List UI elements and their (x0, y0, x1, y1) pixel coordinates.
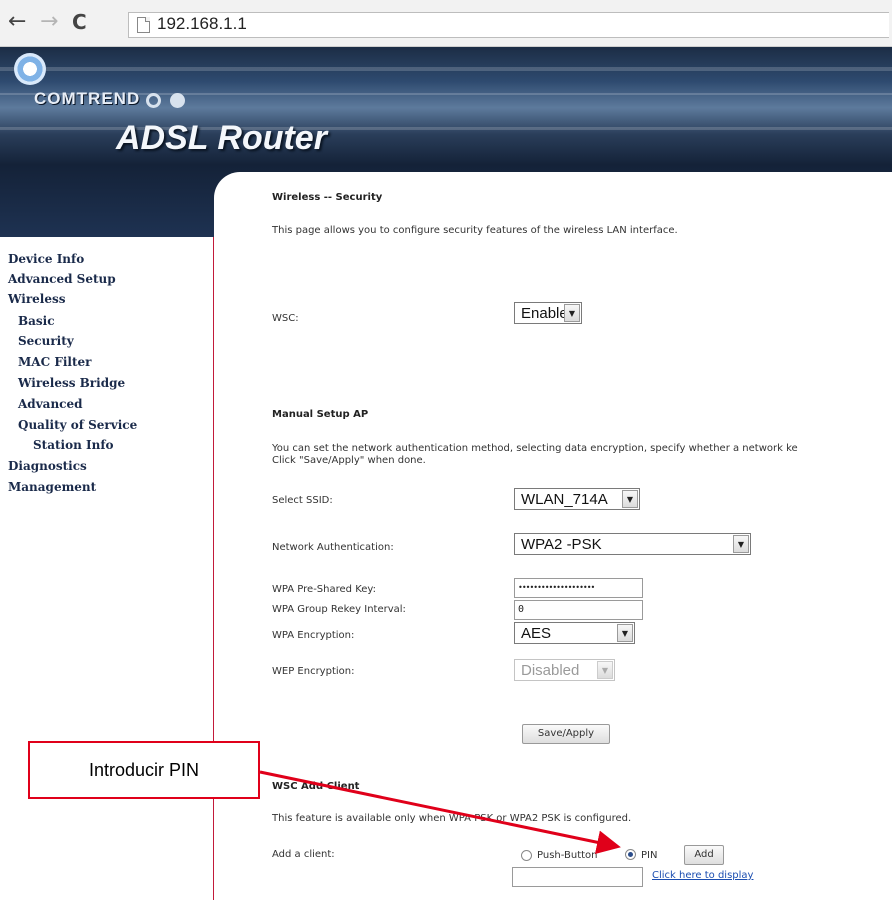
forward-arrow-icon[interactable]: → (40, 10, 58, 34)
sidebar-item-security[interactable]: Security (18, 334, 74, 348)
save-apply-button[interactable]: Save/Apply (522, 724, 610, 744)
pin-label: PIN (641, 850, 658, 861)
dropdown-arrow-icon: ▼ (597, 661, 613, 679)
page-title: Wireless -- Security (272, 192, 383, 203)
annotation-callout: Introducir PIN (28, 741, 260, 799)
wsc-select[interactable]: Enable ▼ (514, 302, 582, 324)
sidebar-item-basic[interactable]: Basic (18, 314, 55, 328)
wsc-add-client-heading: WSC Add Client (272, 781, 360, 792)
sidebar-item-mac-filter[interactable]: MAC Filter (18, 355, 91, 369)
select-ssid-label: Select SSID: (272, 495, 333, 506)
dropdown-arrow-icon: ▼ (564, 304, 580, 322)
callout-text: Introducir PIN (88, 760, 200, 780)
pin-radio[interactable] (625, 849, 636, 860)
psk-input[interactable]: •••••••••••••••••••• (514, 578, 643, 598)
wsc-add-client-description: This feature is available only when WPA … (272, 813, 632, 824)
psk-label: WPA Pre-Shared Key: (272, 584, 376, 595)
brand-logo-text: COMTREND (34, 89, 141, 108)
logo-dot-icon (170, 93, 185, 108)
wpa-encryption-value: AES (521, 625, 552, 642)
pin-input[interactable] (512, 867, 643, 887)
dropdown-arrow-icon: ▼ (622, 490, 638, 508)
push-button-radio[interactable] (521, 850, 532, 861)
network-auth-value: WPA2 -PSK (521, 536, 602, 553)
page-description: This page allows you to configure securi… (272, 225, 678, 236)
add-client-label: Add a client: (272, 849, 335, 860)
browser-toolbar: ← → C 192.168.1.1 (0, 0, 892, 47)
comtrend-logo-icon (14, 53, 46, 85)
click-to-display-link[interactable]: Click here to display (652, 870, 753, 881)
rekey-input[interactable]: 0 (514, 600, 643, 620)
ssid-value: WLAN_714A (521, 491, 608, 508)
dropdown-arrow-icon: ▼ (733, 535, 749, 553)
wpa-encryption-select[interactable]: AES ▼ (514, 622, 635, 644)
wep-encryption-select: Disabled ▼ (514, 659, 615, 681)
back-arrow-icon[interactable]: ← (8, 10, 26, 34)
sidebar-item-quality-of-service[interactable]: Quality of Service (18, 418, 137, 432)
wep-encryption-value: Disabled (521, 662, 580, 679)
wsc-value: Enable (521, 305, 568, 322)
page-icon (137, 17, 150, 33)
network-auth-select[interactable]: WPA2 -PSK ▼ (514, 533, 751, 555)
sidebar-item-wireless-bridge[interactable]: Wireless Bridge (18, 376, 125, 390)
network-auth-label: Network Authentication: (272, 542, 394, 553)
sidebar-item-diagnostics[interactable]: Diagnostics (8, 459, 87, 473)
manual-setup-description: You can set the network authentication m… (272, 443, 798, 454)
manual-setup-description-2: Click "Save/Apply" when done. (272, 455, 426, 466)
wep-encryption-label: WEP Encryption: (272, 666, 355, 677)
wpa-encryption-label: WPA Encryption: (272, 630, 355, 641)
sidebar-item-device-info[interactable]: Device Info (8, 252, 84, 266)
sidebar-item-advanced[interactable]: Advanced (18, 397, 83, 411)
sidebar-item-wireless[interactable]: Wireless (8, 292, 66, 306)
push-button-label: Push-Button (537, 850, 598, 861)
add-button[interactable]: Add (684, 845, 724, 865)
address-bar[interactable]: 192.168.1.1 (128, 12, 889, 38)
url-text[interactable]: 192.168.1.1 (157, 14, 247, 34)
manual-setup-heading: Manual Setup AP (272, 409, 369, 420)
ssid-select[interactable]: WLAN_714A ▼ (514, 488, 640, 510)
sidebar-item-management[interactable]: Management (8, 480, 96, 494)
sidebar-item-advanced-setup[interactable]: Advanced Setup (8, 272, 116, 286)
reload-icon[interactable]: C (72, 10, 87, 34)
rekey-label: WPA Group Rekey Interval: (272, 604, 406, 615)
wsc-label: WSC: (272, 313, 299, 324)
logo-ring-icon (146, 93, 161, 108)
dropdown-arrow-icon: ▼ (617, 624, 633, 642)
product-title: ADSL Router (116, 119, 327, 157)
sidebar-item-station-info[interactable]: Station Info (33, 438, 114, 452)
